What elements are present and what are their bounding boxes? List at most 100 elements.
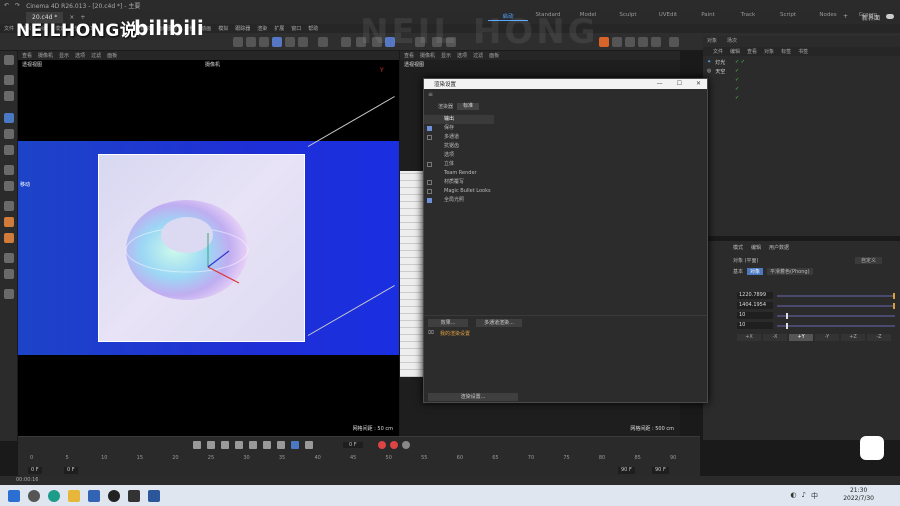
- new-layout-label[interactable]: 新界面: [862, 13, 880, 22]
- om-menu-item[interactable]: 文件: [713, 48, 723, 55]
- cube-icon[interactable]: [246, 37, 256, 47]
- input-method[interactable]: 中: [811, 491, 818, 501]
- object-row[interactable]: ◎ 天空: [707, 67, 725, 75]
- pen-icon[interactable]: [4, 269, 14, 279]
- play-button-icon[interactable]: [235, 441, 243, 449]
- next-frame-icon[interactable]: [249, 441, 257, 449]
- render-setting-item[interactable]: 多通道: [424, 133, 494, 142]
- menu-item[interactable]: 扩展: [274, 25, 284, 32]
- multipass-button[interactable]: 多通道渲染...: [476, 319, 522, 327]
- move-axis-icon[interactable]: [4, 165, 14, 175]
- brush-icon[interactable]: [4, 233, 14, 243]
- minimize-icon[interactable]: —: [657, 80, 663, 87]
- viewport-menu-item[interactable]: 选项: [75, 52, 85, 59]
- clock[interactable]: 21:30 2022/7/30: [843, 487, 874, 503]
- subtab-phong[interactable]: 平滑着色(Phong): [767, 268, 813, 275]
- prev-frame-icon[interactable]: [221, 441, 229, 449]
- layout-tab[interactable]: Script: [768, 12, 808, 21]
- sound-icon[interactable]: [305, 441, 313, 449]
- attribute-value-input[interactable]: 10: [737, 312, 773, 319]
- scale-tool-icon[interactable]: [4, 145, 14, 155]
- om-menu-item[interactable]: 查看: [747, 48, 757, 55]
- transform-icon[interactable]: [4, 181, 14, 191]
- add-layout-icon[interactable]: +: [843, 13, 848, 20]
- render-setting-item[interactable]: 输出: [424, 115, 494, 124]
- menu-item[interactable]: 帮助: [308, 25, 318, 32]
- om-tab[interactable]: 对象: [707, 37, 717, 44]
- subtab-basic[interactable]: 基本: [733, 268, 743, 275]
- menu-icon[interactable]: ≡: [428, 91, 433, 98]
- slider-knob[interactable]: [893, 302, 895, 309]
- viewport-menu-item[interactable]: 过滤: [91, 52, 101, 59]
- axis-button[interactable]: -Y: [815, 334, 839, 341]
- render-setting-item[interactable]: 保存: [424, 124, 494, 133]
- viewport-perspective[interactable]: 查看 摄像机 显示 选项 过滤 面板 透视视图 摄像机 移动 Y 网格间距 : 50: [18, 51, 399, 436]
- prev-key-icon[interactable]: [207, 441, 215, 449]
- volume-icon[interactable]: ♪: [802, 491, 806, 501]
- axis-button[interactable]: +X: [737, 334, 761, 341]
- app-icon[interactable]: [108, 489, 120, 502]
- undo-icon[interactable]: ↶: [4, 2, 9, 9]
- slider-knob[interactable]: [786, 322, 789, 329]
- magnet-tool-icon[interactable]: [4, 201, 14, 211]
- render-setting-item[interactable]: Team Render: [424, 169, 494, 178]
- select-icon[interactable]: [4, 75, 14, 85]
- file-explorer-icon[interactable]: [68, 489, 80, 502]
- setting-checkbox[interactable]: [427, 135, 432, 140]
- paint-icon[interactable]: [4, 217, 14, 227]
- slider-knob[interactable]: [786, 312, 789, 319]
- measure-icon[interactable]: [4, 289, 14, 299]
- autokey-icon[interactable]: [390, 441, 398, 449]
- model-mode-icon[interactable]: [272, 37, 282, 47]
- live-select-icon[interactable]: [4, 91, 14, 101]
- axis-icon[interactable]: [318, 37, 328, 47]
- viewport-menu-item[interactable]: 面板: [489, 52, 499, 59]
- word-icon[interactable]: [148, 489, 160, 502]
- layout-tab[interactable]: UVEdit: [648, 12, 688, 21]
- sphere-icon[interactable]: [259, 37, 269, 47]
- picture-viewer-icon[interactable]: [625, 37, 635, 47]
- viewport-menu-item[interactable]: 查看: [404, 52, 414, 59]
- network-icon[interactable]: ◐: [790, 491, 796, 501]
- menu-item[interactable]: 跟踪器: [235, 25, 250, 32]
- attribute-value-input[interactable]: 10: [737, 322, 773, 329]
- axis-button[interactable]: +Z: [841, 334, 865, 341]
- renderer-select[interactable]: 标准: [457, 103, 480, 110]
- frame-ruler[interactable]: 0 5 10 15 20 25 30 35 40 45 50 55 60 65 70 75 80 85 90: [30, 455, 680, 465]
- windows-start-icon[interactable]: [8, 489, 20, 502]
- search-icon[interactable]: [4, 55, 14, 65]
- edges-mode-icon[interactable]: [298, 37, 308, 47]
- setting-checkbox[interactable]: [427, 162, 432, 167]
- render-settings-button[interactable]: 渲染设置...: [428, 393, 518, 401]
- viewport-menu-item[interactable]: 面板: [107, 52, 117, 59]
- setting-checkbox[interactable]: [427, 198, 432, 203]
- viewport-menu-item[interactable]: 查看: [22, 52, 32, 59]
- render-setting-item[interactable]: 抗锯齿: [424, 142, 494, 151]
- render-setting-item[interactable]: 全局光照: [424, 196, 494, 205]
- current-frame-field[interactable]: 0 F: [343, 442, 363, 448]
- custom-dropdown[interactable]: 自定义: [855, 257, 883, 264]
- start-frame-field[interactable]: 0 F: [28, 467, 42, 474]
- viewport-menu-item[interactable]: 摄像机: [420, 52, 435, 59]
- om-menu-item[interactable]: 对象: [764, 48, 774, 55]
- go-end-icon[interactable]: [277, 441, 285, 449]
- record-icon[interactable]: [378, 441, 386, 449]
- edge-icon[interactable]: [48, 489, 60, 502]
- viewport-menu-item[interactable]: 选项: [457, 52, 467, 59]
- plane-object[interactable]: [98, 154, 305, 342]
- menu-item[interactable]: 文件: [4, 25, 14, 32]
- axis-button[interactable]: -Z: [867, 334, 891, 341]
- setting-checkbox[interactable]: [427, 126, 432, 131]
- close-icon[interactable]: ✕: [696, 80, 701, 87]
- points-mode-icon[interactable]: [285, 37, 295, 47]
- render-setting-item[interactable]: Magic Bullet Looks: [424, 187, 494, 196]
- go-start-icon[interactable]: [193, 441, 201, 449]
- edit-render-settings-icon[interactable]: [651, 37, 661, 47]
- preview-end-field[interactable]: 90 F: [618, 467, 635, 474]
- next-key-icon[interactable]: [263, 441, 271, 449]
- menu-item[interactable]: 窗口: [291, 25, 301, 32]
- end-frame-field[interactable]: 90 F: [652, 467, 669, 474]
- toggle-switch[interactable]: [886, 14, 894, 19]
- attr-tab-userdata[interactable]: 用户数据: [769, 244, 789, 251]
- viewport-menu-item[interactable]: 显示: [441, 52, 451, 59]
